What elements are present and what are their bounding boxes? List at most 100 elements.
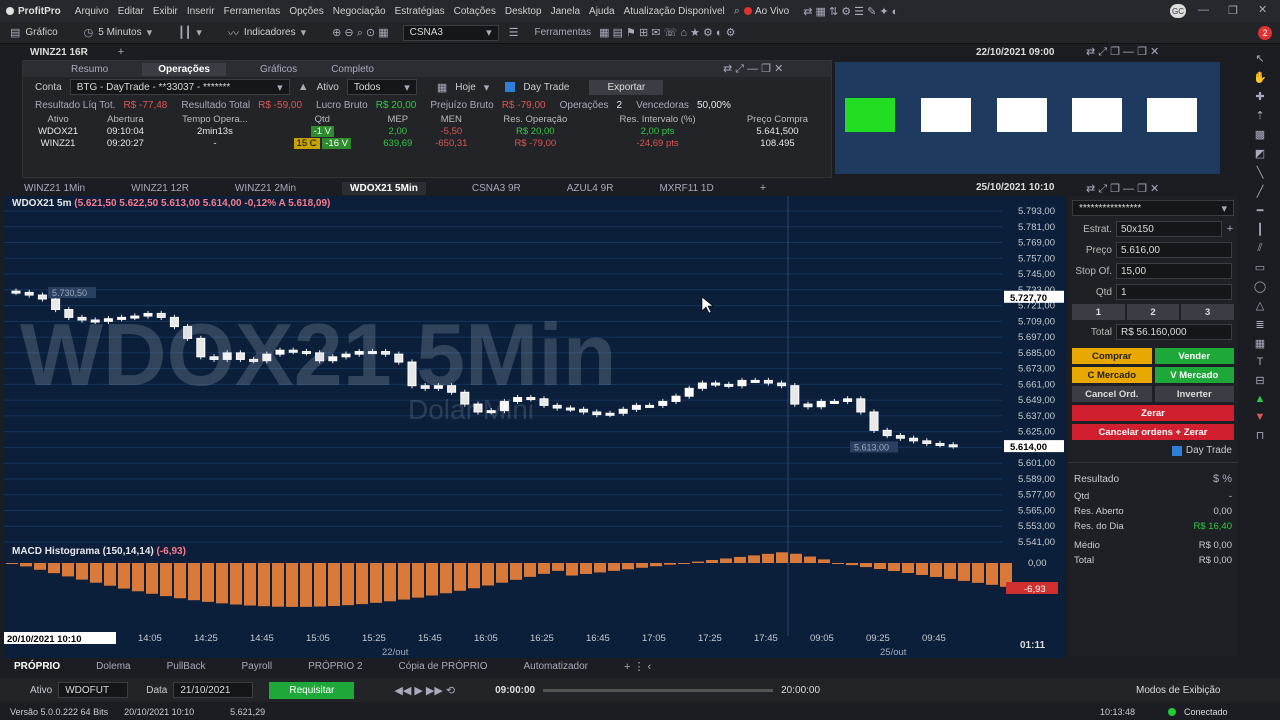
col-header[interactable]: Preço Compra	[724, 113, 831, 125]
text-icon[interactable]: T	[1257, 356, 1264, 368]
ativo-select[interactable]: Todos ▾	[346, 79, 417, 95]
channel-icon[interactable]: ⫽	[1258, 242, 1263, 255]
display-modes-select[interactable]: Modos de Exibição	[1136, 685, 1221, 696]
menu-inserir[interactable]: Inserir	[187, 6, 215, 17]
qtd-input[interactable]: 1	[1116, 284, 1232, 300]
col-header[interactable]: Ativo	[23, 113, 93, 125]
tab-chart[interactable]: WINZ21 12R	[131, 183, 189, 194]
triangle-icon[interactable]: △	[1256, 299, 1264, 312]
add-tab-icon[interactable]: +	[118, 46, 124, 58]
tab-chart[interactable]: AZUL4 9R	[567, 183, 614, 194]
col-header[interactable]: MEN	[423, 113, 479, 125]
ruler-icon[interactable]: ⊟	[1255, 374, 1264, 387]
tab-chart[interactable]: WINZ21 1Min	[24, 183, 85, 194]
invert-button[interactable]: Inverter	[1154, 386, 1234, 402]
live-indicator[interactable]: Ao Vivo	[743, 6, 789, 17]
account-select[interactable]: **************** ▾	[1072, 200, 1234, 216]
sell-button[interactable]: Vender	[1154, 348, 1234, 364]
menu-exibir[interactable]: Exibir	[153, 6, 178, 17]
interval-select[interactable]: ◷ 5 Minutos ▾	[84, 26, 153, 39]
tab-graficos[interactable]: Gráficos	[260, 64, 297, 75]
table-row[interactable]: WDOX21 09:10:04 2min13s -1 V 2,00 -5,50 …	[23, 125, 831, 137]
estrat-select[interactable]: 50x150	[1116, 221, 1222, 237]
menu-opcoes[interactable]: Opções	[289, 6, 323, 17]
price-chart[interactable]: 5.793,00 5.781,00 5.769,00 5.757,00 5.745,00…	[4, 196, 1066, 660]
horizontal-line-icon[interactable]: ━	[1257, 204, 1264, 217]
zoom-tools[interactable]: ⊕ ⊖ ⌕ ⊙ ▦	[332, 26, 388, 40]
tab-proprio[interactable]: PRÓPRIO	[14, 661, 60, 672]
plus-icon[interactable]: ✚	[1255, 90, 1264, 103]
tab-payroll[interactable]: Payroll	[242, 661, 273, 672]
tab-chart[interactable]: WINZ21 2Min	[235, 183, 296, 194]
candle-type-select[interactable]: ┃┃ ▾	[178, 26, 202, 39]
close-icon[interactable]: ✕	[1258, 3, 1267, 16]
cancel-orders-button[interactable]: Cancel Ord.	[1072, 386, 1152, 402]
menu-janela[interactable]: Janela	[551, 6, 580, 17]
arrow-up-icon[interactable]: ⇡	[1255, 109, 1264, 122]
panel-controls[interactable]: ⇄ ⤢ — ❐ ✕	[723, 62, 783, 76]
chart-window-controls[interactable]: ⇄ ⤢ ❐ — ❐ ✕	[1086, 182, 1159, 196]
qty-button-2[interactable]: 2	[1126, 304, 1180, 320]
qty-button-3[interactable]: 3	[1181, 304, 1235, 320]
currency-icon[interactable]: $ %	[1213, 473, 1232, 485]
hoje-select[interactable]: Hoje	[455, 82, 476, 93]
col-header[interactable]: Tempo Opera...	[158, 113, 272, 125]
col-header[interactable]: Res. Intervalo (%)	[591, 113, 724, 125]
vertical-line-icon[interactable]: ┃	[1257, 223, 1264, 236]
playback-controls[interactable]: ◀◀ ▶ ▶▶ ⟲	[394, 684, 455, 697]
sell-market-button[interactable]: V Mercado	[1154, 367, 1234, 383]
tab-pullback[interactable]: PullBack	[167, 661, 206, 672]
tab-winz21-16r[interactable]: WINZ21 16R	[30, 47, 88, 58]
add-tab-icon[interactable]: +	[760, 182, 766, 194]
stop-input[interactable]: 15,00	[1116, 263, 1232, 279]
replay-ativo-input[interactable]: WDOFUT	[58, 682, 129, 698]
tab-copia-proprio[interactable]: Cópia de PRÓPRIO	[399, 661, 488, 672]
daytrade-checkbox[interactable]	[505, 82, 516, 92]
tools-icons[interactable]: ⇄ ▦ ⇅ ⚙ ☰ ✎ ✦ ◐	[803, 5, 898, 18]
tab-chart[interactable]: MXRF11 1D	[659, 183, 713, 194]
col-header[interactable]: MEP	[372, 113, 423, 125]
grid-icon[interactable]: ▦	[1255, 337, 1265, 350]
menu-atualizacao[interactable]: Atualização Disponível	[624, 6, 725, 17]
menu-desktop[interactable]: Desktop	[505, 6, 542, 17]
tab-automatizador[interactable]: Automatizador	[523, 661, 587, 672]
col-header[interactable]: Res. Operação	[479, 113, 591, 125]
tab-operacoes[interactable]: Operações	[142, 62, 226, 76]
ray-icon[interactable]: ╱	[1257, 185, 1264, 198]
search-icon[interactable]: ⌕	[734, 5, 740, 18]
trash-icon[interactable]: ▩	[1255, 128, 1265, 141]
menu-ajuda[interactable]: Ajuda	[589, 6, 615, 17]
circle-icon[interactable]: ◯	[1254, 280, 1266, 293]
indicators-button[interactable]: 〰 Indicadores ▾	[228, 25, 306, 41]
conta-select[interactable]: BTG - DayTrade - **33037 - ******* ▾	[69, 79, 290, 95]
table-row[interactable]: WINZ21 09:20:27 - 15 C -16 V 639,69 -650…	[23, 137, 831, 149]
buy-market-button[interactable]: C Mercado	[1072, 367, 1152, 383]
menu-negociacao[interactable]: Negociação	[333, 6, 386, 17]
menu-editar[interactable]: Editar	[118, 6, 144, 17]
fill-icon[interactable]: ◩	[1255, 147, 1265, 160]
cursor-icon[interactable]: ↖	[1255, 52, 1264, 65]
hand-icon[interactable]: ✋	[1253, 71, 1267, 84]
menu-ferramentas[interactable]: Ferramentas	[224, 6, 281, 17]
window-controls[interactable]: ⇄ ⤢ ❐ — ❐ ✕	[1086, 45, 1159, 59]
tab-proprio-2[interactable]: PRÓPRIO 2	[308, 661, 362, 672]
col-header[interactable]: Qtd	[272, 113, 372, 125]
export-button[interactable]: Exportar	[589, 79, 664, 95]
menu-cotacoes[interactable]: Cotações	[454, 6, 496, 17]
chart-button[interactable]: ▤ Gráfico	[10, 26, 58, 39]
tab-dolema[interactable]: Dolema	[96, 661, 130, 672]
replay-data-input[interactable]: 21/10/2021	[173, 682, 254, 698]
requisitar-button[interactable]: Requisitar	[269, 681, 355, 699]
avatar[interactable]: GC	[1170, 4, 1186, 18]
tab-chart-active[interactable]: WDOX21 5Min	[342, 181, 426, 195]
fibo-icon[interactable]: ≣	[1255, 318, 1264, 331]
menu-arquivo[interactable]: Arquivo	[75, 6, 109, 17]
daytrade-toggle[interactable]: Day Trade	[1068, 440, 1238, 456]
symbol-select[interactable]: CSNA3 ▾	[402, 24, 499, 41]
buy-button[interactable]: Comprar	[1072, 348, 1152, 364]
tool-icons[interactable]: ▦ ▤ ⚑ ⊞ ✉ ☏ ⌂ ★ ⚙ ◐ ⚙	[599, 26, 735, 39]
add-tab-icon[interactable]: + ⋮ ‹	[624, 660, 651, 673]
zero-position-button[interactable]: Zerar	[1072, 405, 1234, 421]
maximize-icon[interactable]: ❐	[1228, 4, 1238, 17]
chart-svg[interactable]: 5.793,00 5.781,00 5.769,00 5.757,00 5.745,00…	[4, 196, 1066, 660]
